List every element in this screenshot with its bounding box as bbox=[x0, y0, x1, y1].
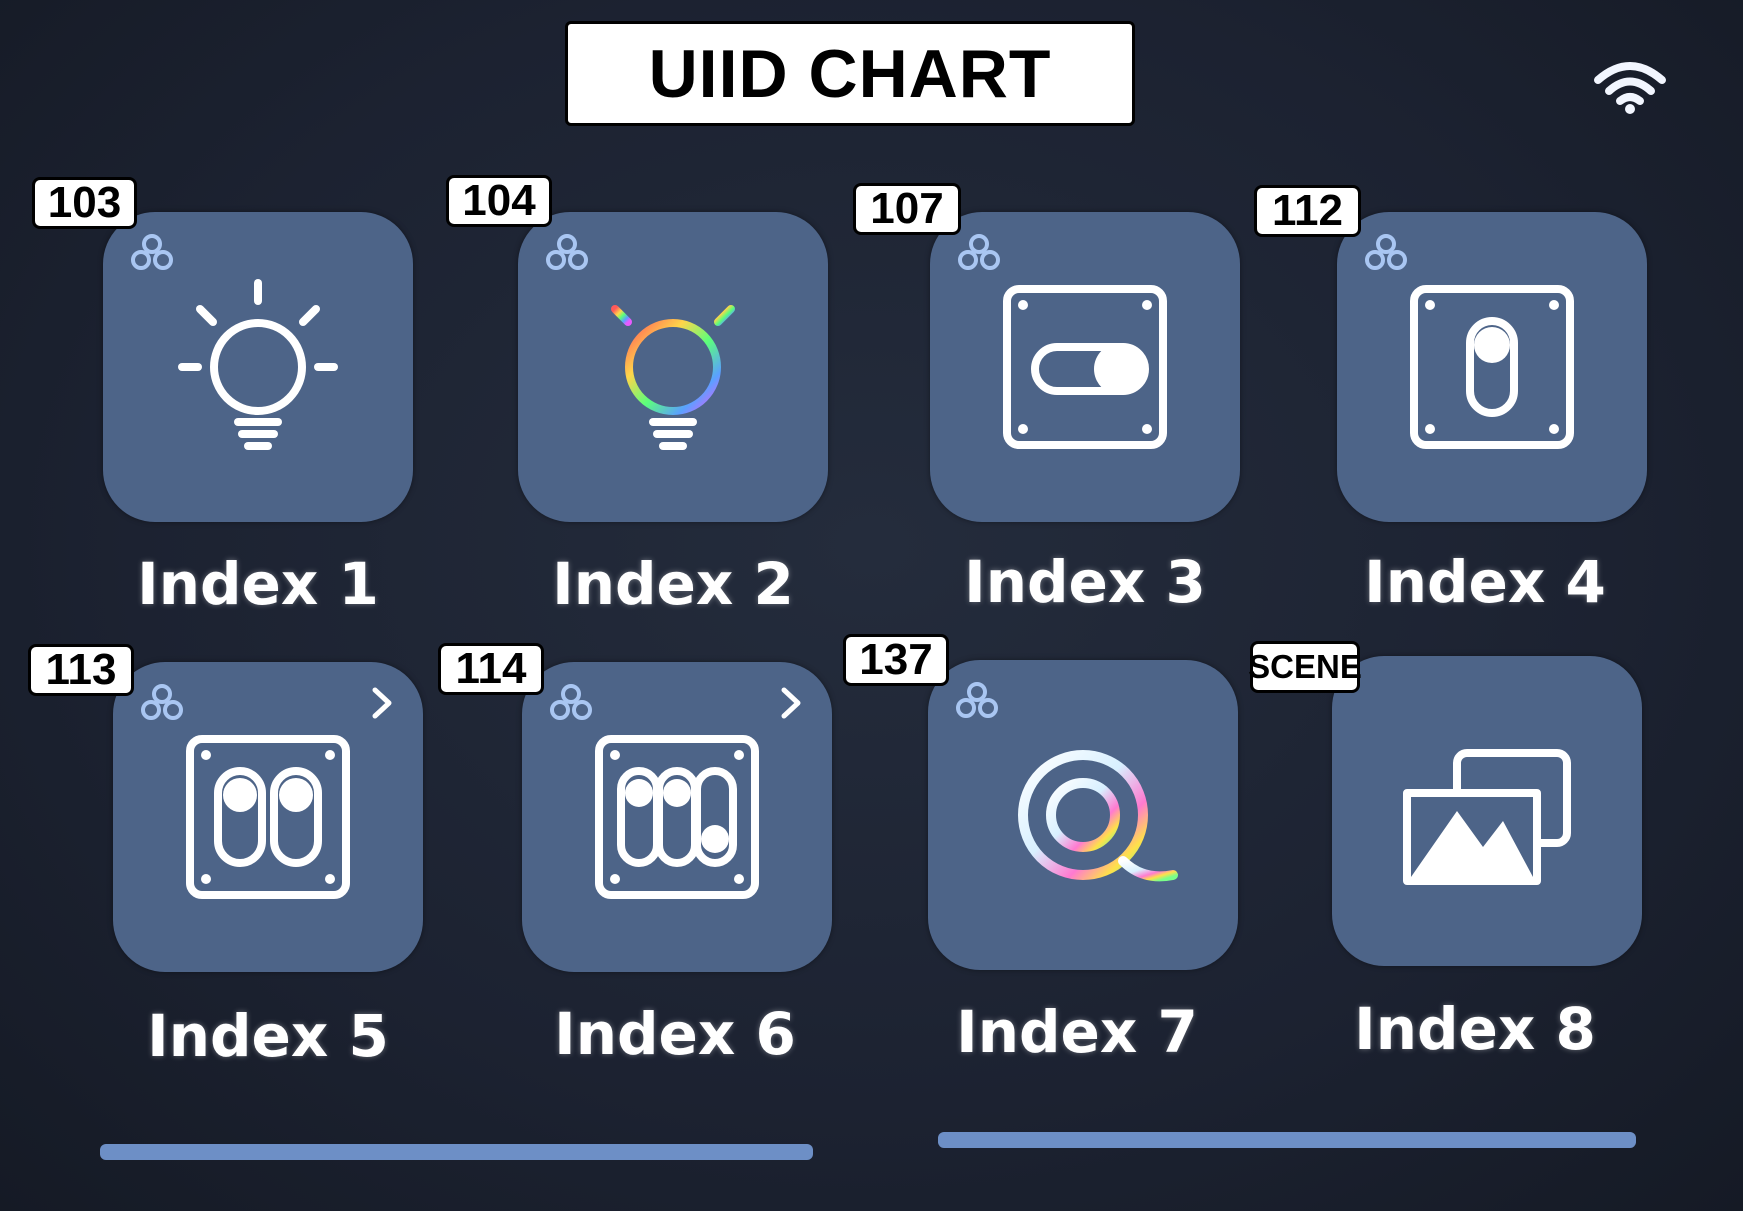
scene-icon bbox=[1403, 749, 1571, 885]
double-switch-icon bbox=[186, 735, 350, 899]
tile-label-index-6: Index 6 bbox=[554, 1000, 796, 1068]
wifi-icon bbox=[1594, 62, 1666, 114]
rgb-light-bulb-icon bbox=[593, 279, 753, 450]
tile-label-index-4: Index 4 bbox=[1364, 548, 1606, 616]
uiid-badge-index-5: 113 bbox=[28, 644, 134, 696]
device-tile-index-3[interactable] bbox=[930, 212, 1240, 522]
uiid-badge-index-2: 104 bbox=[446, 175, 552, 227]
device-screen: UIID CHART Index 1 103 Index 2 104 Index… bbox=[0, 0, 1743, 1211]
uiid-badge-index-7: 137 bbox=[843, 634, 949, 686]
uiid-badge-index-8: SCENE bbox=[1248, 641, 1362, 693]
page-indicator-2[interactable] bbox=[938, 1132, 1636, 1148]
uiid-badge-index-6: 114 bbox=[438, 643, 544, 695]
page-indicator-1[interactable] bbox=[100, 1144, 813, 1160]
group-icon bbox=[141, 684, 183, 720]
group-icon bbox=[550, 684, 592, 720]
tile-label-index-5: Index 5 bbox=[147, 1002, 389, 1070]
device-tile-index-6[interactable] bbox=[522, 662, 832, 972]
triple-switch-icon bbox=[595, 735, 759, 899]
chevron-right-icon[interactable] bbox=[371, 686, 393, 720]
page-title: UIID CHART bbox=[565, 21, 1135, 126]
group-icon bbox=[956, 682, 998, 718]
uiid-badge-index-4: 112 bbox=[1254, 185, 1361, 237]
group-icon bbox=[1365, 234, 1407, 270]
device-tile-index-4[interactable] bbox=[1337, 212, 1647, 522]
led-strip-icon bbox=[1018, 750, 1178, 882]
device-tile-index-8[interactable] bbox=[1332, 656, 1642, 966]
device-tile-index-5[interactable] bbox=[113, 662, 423, 972]
device-tile-index-2[interactable] bbox=[518, 212, 828, 522]
device-tile-index-1[interactable] bbox=[103, 212, 413, 522]
tile-label-index-1: Index 1 bbox=[137, 550, 379, 618]
uiid-badge-index-3: 107 bbox=[853, 183, 961, 235]
tile-label-index-3: Index 3 bbox=[964, 548, 1206, 616]
toggle-switch-off-icon bbox=[1003, 285, 1167, 449]
single-switch-icon bbox=[1410, 285, 1574, 449]
uiid-badge-index-1: 103 bbox=[32, 177, 137, 229]
group-icon bbox=[958, 234, 1000, 270]
group-icon bbox=[546, 234, 588, 270]
device-tile-index-7[interactable] bbox=[928, 660, 1238, 970]
light-bulb-icon bbox=[178, 279, 338, 450]
group-icon bbox=[131, 234, 173, 270]
tile-label-index-8: Index 8 bbox=[1354, 995, 1596, 1063]
tile-label-index-2: Index 2 bbox=[552, 550, 794, 618]
chevron-right-icon[interactable] bbox=[780, 686, 802, 720]
tile-label-index-7: Index 7 bbox=[956, 998, 1198, 1066]
